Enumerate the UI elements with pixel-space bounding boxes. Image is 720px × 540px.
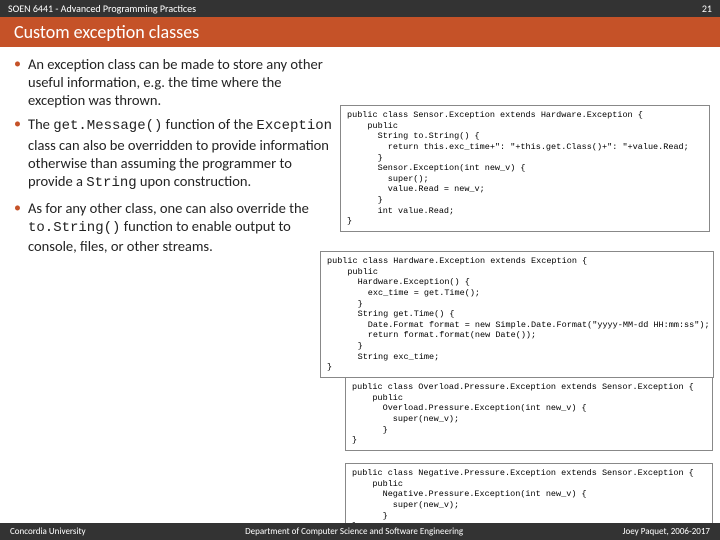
footer-right: Joey Paquet, 2006-2017 <box>623 526 710 537</box>
code-sensor-exception: public class Sensor.Exception extends Ha… <box>340 105 710 232</box>
footer-left: Concordia University <box>10 526 86 537</box>
page-number: 21 <box>702 2 712 15</box>
b2-code2: Exception <box>256 118 332 134</box>
course-label: SOEN 6441 - Advanced Programming Practic… <box>8 2 196 15</box>
footer: Concordia University Department of Compu… <box>0 523 720 540</box>
b2b: function of the <box>162 115 256 133</box>
bullet-1: An exception class can be made to store … <box>14 55 339 109</box>
b3a: As for any other class, one can also ove… <box>28 199 309 217</box>
bullet-2: The get.Message() function of the Except… <box>14 115 339 192</box>
b2-code3: String <box>86 175 136 191</box>
b3-code1: to.String() <box>28 220 120 236</box>
b2-code1: get.Message() <box>53 118 162 134</box>
b2a: The <box>28 115 53 133</box>
code-overload-pressure-exception: public class Overload.Pressure.Exception… <box>345 377 713 451</box>
slide-title: Custom exception classes <box>0 17 720 47</box>
content-area: An exception class can be made to store … <box>0 47 720 517</box>
top-bar: SOEN 6441 - Advanced Programming Practic… <box>0 0 720 17</box>
bullet-1-text: An exception class can be made to store … <box>28 55 323 109</box>
footer-center: Department of Computer Science and Softw… <box>245 526 463 537</box>
bullet-3: As for any other class, one can also ove… <box>14 199 339 256</box>
bullet-list: An exception class can be made to store … <box>14 55 339 255</box>
b2d: upon construction. <box>137 172 252 190</box>
code-hardware-exception: public class Hardware.Exception extends … <box>320 251 714 378</box>
